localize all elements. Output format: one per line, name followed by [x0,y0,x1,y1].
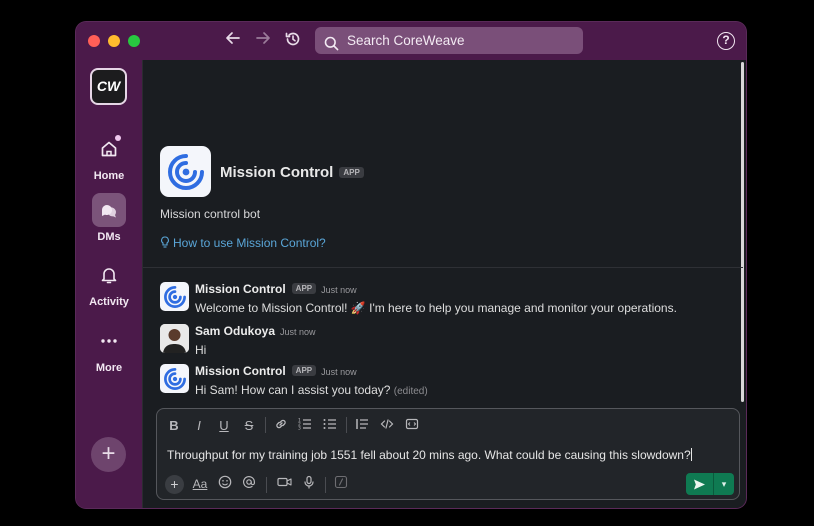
bot-name: Mission Control APP [220,164,364,181]
home-icon [92,132,126,166]
code-block-icon[interactable] [404,417,420,435]
close-window-button[interactable] [88,35,100,47]
conversation-pane: Mission Control APP Mission control bot H… [142,60,746,508]
send-icon [694,479,705,489]
message-sender[interactable]: Mission Control [195,364,286,378]
title-bar: Search CoreWeave ? [76,22,746,60]
microphone-icon[interactable] [301,475,317,494]
bold-button[interactable]: B [167,417,181,435]
message-text: Hi Sam! How can I assist you today? (edi… [195,383,428,397]
svg-text:3: 3 [298,426,301,432]
app-badge: APP [291,283,317,294]
history-icon[interactable] [282,30,304,52]
help-link[interactable]: How to use Mission Control? [160,236,326,250]
sidebar-item-home[interactable]: Home [76,132,142,182]
toolbar-divider [346,417,347,433]
back-arrow-icon[interactable] [222,30,244,52]
user-avatar[interactable] [160,324,189,353]
blockquote-icon[interactable] [354,417,370,435]
underline-button[interactable]: U [217,417,231,435]
message-time[interactable]: Just now [321,367,357,377]
bot-description: Mission control bot [160,207,261,221]
mission-control-logo [160,146,211,197]
app-window: Search CoreWeave ? CW Home DMs Activity [76,22,746,508]
sidebar-item-dms[interactable]: DMs [76,193,142,243]
slash-command-icon[interactable] [333,475,349,494]
app-badge: APP [291,365,317,376]
toolbar-divider [266,477,267,493]
message-sender[interactable]: Sam Odukoya [195,324,275,338]
video-icon[interactable] [275,475,293,494]
message-time[interactable]: Just now [321,285,357,295]
sidebar-item-label: More [95,362,123,374]
more-icon [92,324,126,358]
message-input[interactable]: Throughput for my training job 1551 fell… [167,448,692,462]
message-composer[interactable]: B I U S 123 Throughput for my training j… [156,408,740,500]
workspace-logo[interactable]: CW [90,68,127,105]
search-bar[interactable]: Search CoreWeave [315,27,583,54]
search-placeholder: Search CoreWeave [347,33,465,48]
lightbulb-icon [161,236,169,248]
dms-icon [92,193,126,227]
forward-arrow-icon[interactable] [252,30,274,52]
numbered-list-icon[interactable]: 123 [297,417,313,435]
maximize-window-button[interactable] [128,35,140,47]
mention-icon[interactable] [241,475,257,494]
add-workspace-button[interactable]: + [91,437,126,472]
bulleted-list-icon[interactable] [322,417,338,435]
sidebar-item-label: Home [93,170,125,182]
divider [143,267,743,268]
schedule-send-chevron-down-icon[interactable]: ▾ [714,473,734,495]
minimize-window-button[interactable] [108,35,120,47]
strikethrough-button[interactable]: S [242,417,256,435]
code-icon[interactable] [379,417,395,435]
sidebar-item-more[interactable]: More [76,324,142,374]
edited-label: (edited) [393,386,428,397]
formatting-toggle-button[interactable]: Aa [191,475,209,493]
sidebar-item-label: Activity [89,296,129,308]
attach-plus-button[interactable]: + [165,475,184,494]
emoji-icon[interactable] [217,475,233,494]
message-text: Hi [195,343,207,357]
sidebar: CW Home DMs Activity More + [76,60,142,508]
send-button-group: ▾ [686,473,734,495]
bell-icon [92,258,126,292]
sidebar-item-label: DMs [97,231,121,243]
scrollbar[interactable] [741,62,744,402]
message-text: Welcome to Mission Control! 🚀 I'm here t… [195,301,677,315]
send-button[interactable] [686,473,714,495]
toolbar-divider [325,477,326,493]
sidebar-item-activity[interactable]: Activity [76,258,142,308]
message-time[interactable]: Just now [280,327,316,337]
notification-dot [115,135,121,141]
bot-avatar[interactable] [160,282,189,311]
app-badge: APP [339,167,364,178]
italic-button[interactable]: I [192,417,206,435]
link-icon[interactable] [273,417,289,435]
toolbar-divider [265,417,266,433]
help-icon[interactable]: ? [717,32,735,50]
text-caret [690,448,692,461]
search-icon [324,33,339,60]
message-sender[interactable]: Mission Control [195,282,286,296]
bot-avatar[interactable] [160,364,189,393]
